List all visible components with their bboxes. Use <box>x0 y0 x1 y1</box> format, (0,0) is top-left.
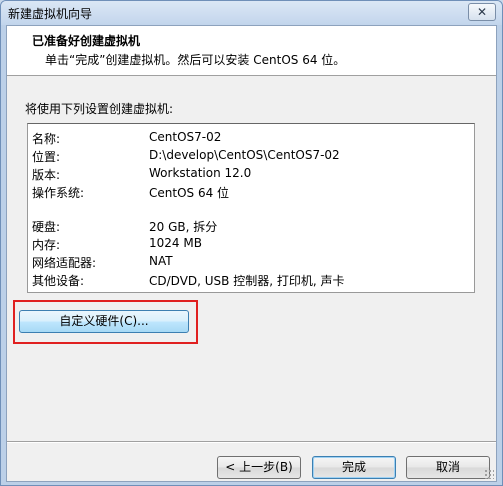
summary-value: 20 GB, 拆分 <box>149 220 218 234</box>
summary-row-memory: 内存: 1024 MB <box>32 236 472 254</box>
wizard-header: 已准备好创建虚拟机 单击“完成”创建虚拟机。然后可以安装 CentOS 64 位… <box>7 26 496 76</box>
summary-label: 网络适配器: <box>32 256 97 270</box>
settings-summary-box: 名称: CentOS7-02 位置: D:\develop\CentOS\Cen… <box>27 123 475 293</box>
summary-value: NAT <box>149 254 173 268</box>
header-title: 已准备好创建虚拟机 <box>32 34 141 48</box>
title-bar[interactable]: 新建虚拟机向导 ✕ <box>1 1 502 25</box>
summary-row-network: 网络适配器: NAT <box>32 254 472 272</box>
new-vm-wizard-window: 新建虚拟机向导 ✕ 已准备好创建虚拟机 单击“完成”创建虚拟机。然后可以安装 C… <box>0 0 503 486</box>
footer-divider <box>7 441 496 443</box>
summary-row-os: 操作系统: CentOS 64 位 <box>32 184 472 202</box>
finish-button[interactable]: 完成 <box>312 456 396 479</box>
summary-row-disk: 硬盘: 20 GB, 拆分 <box>32 218 472 236</box>
summary-value: CentOS 64 位 <box>149 186 230 200</box>
summary-value: CD/DVD, USB 控制器, 打印机, 声卡 <box>149 274 345 288</box>
summary-row-location: 位置: D:\develop\CentOS\CentOS7-02 <box>32 148 472 166</box>
summary-label: 其他设备: <box>32 274 85 288</box>
summary-row-version: 版本: Workstation 12.0 <box>32 166 472 184</box>
summary-value: D:\develop\CentOS\CentOS7-02 <box>149 148 340 162</box>
close-icon: ✕ <box>476 5 488 19</box>
summary-value: 1024 MB <box>149 236 202 250</box>
header-subtitle: 单击“完成”创建虚拟机。然后可以安装 CentOS 64 位。 <box>45 53 346 67</box>
customize-hardware-button[interactable]: 自定义硬件(C)... <box>19 310 189 333</box>
summary-row-devices: 其他设备: CD/DVD, USB 控制器, 打印机, 声卡 <box>32 272 472 290</box>
summary-intro: 将使用下列设置创建虚拟机: <box>25 102 174 116</box>
summary-label: 硬盘: <box>32 220 61 234</box>
close-button[interactable]: ✕ <box>468 3 496 21</box>
summary-value: CentOS7-02 <box>149 130 222 144</box>
window-title: 新建虚拟机向导 <box>8 7 93 21</box>
summary-label: 名称: <box>32 132 61 146</box>
summary-row-name: 名称: CentOS7-02 <box>32 130 472 148</box>
back-button[interactable]: < 上一步(B) <box>217 456 301 479</box>
summary-label: 操作系统: <box>32 186 85 200</box>
cancel-button[interactable]: 取消 <box>406 456 490 479</box>
summary-label: 版本: <box>32 168 61 182</box>
summary-value: Workstation 12.0 <box>149 166 252 180</box>
wizard-body: 已准备好创建虚拟机 单击“完成”创建虚拟机。然后可以安装 CentOS 64 位… <box>6 25 497 482</box>
resize-grip-icon[interactable] <box>484 469 494 479</box>
summary-label: 位置: <box>32 150 61 164</box>
summary-label: 内存: <box>32 238 61 252</box>
